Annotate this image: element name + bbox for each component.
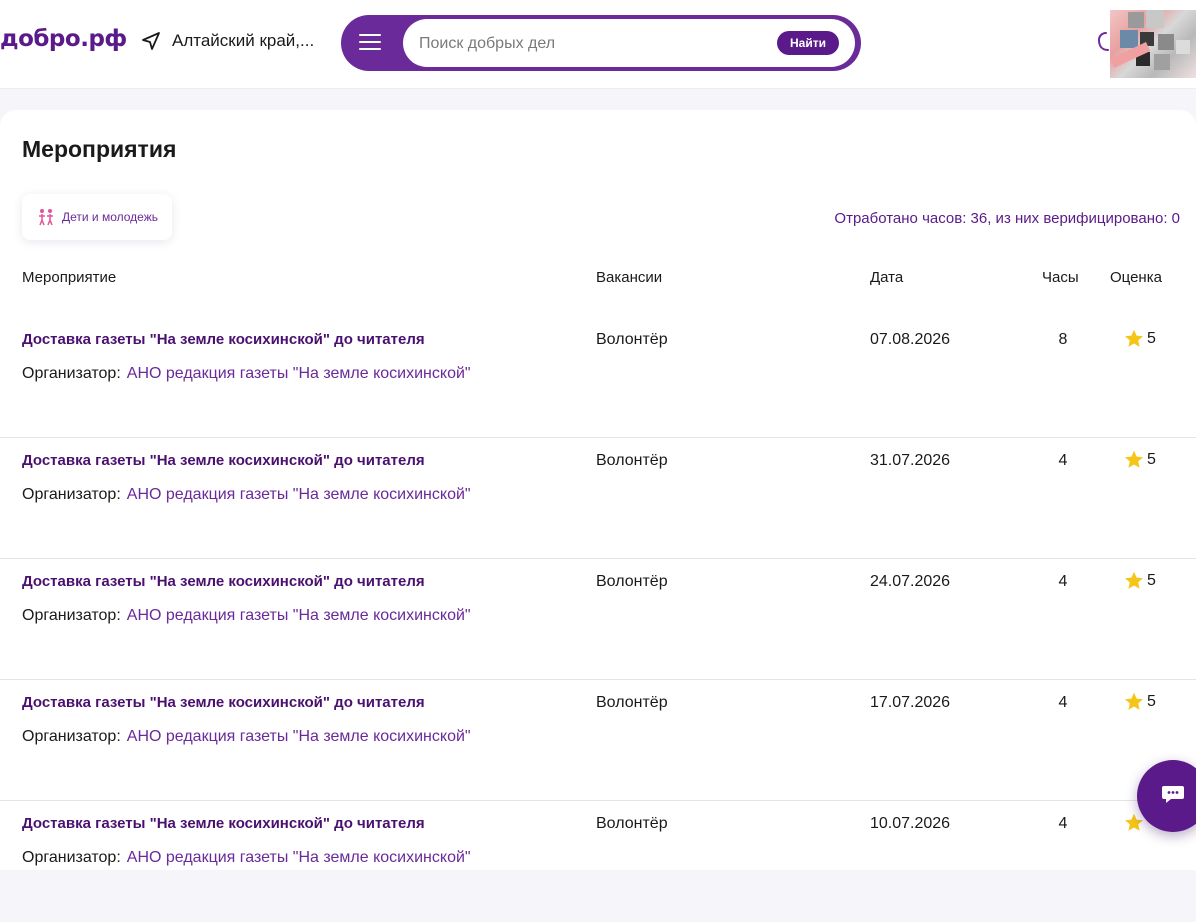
column-header-hours: Часы bbox=[1042, 269, 1079, 286]
column-header-vacancy: Вакансии bbox=[596, 269, 663, 286]
rating-value: 5 bbox=[1147, 571, 1156, 589]
logo[interactable]: добро.рф bbox=[0, 26, 127, 52]
region-label: Алтайский край,... bbox=[172, 31, 315, 50]
avatar[interactable] bbox=[1110, 10, 1196, 78]
event-date: 31.07.2026 bbox=[870, 452, 951, 469]
rating-value: 5 bbox=[1147, 450, 1156, 468]
event-date: 07.08.2026 bbox=[870, 331, 951, 348]
event-title-link[interactable]: Доставка газеты "На земле косихинской" д… bbox=[22, 694, 425, 711]
search-input[interactable] bbox=[417, 28, 781, 60]
table-row: Доставка газеты "На земле косихинской" д… bbox=[0, 680, 1196, 801]
table-row: Доставка газеты "На земле косихинской" д… bbox=[0, 317, 1196, 438]
chat-icon bbox=[1162, 786, 1184, 803]
organizer-link[interactable]: АНО редакция газеты "На земле косихинско… bbox=[127, 486, 471, 503]
event-title-link[interactable]: Доставка газеты "На земле косихинской" д… bbox=[22, 452, 425, 469]
organizer: Организатор: АНО редакция газеты "На земл… bbox=[22, 365, 471, 383]
header: добро.рф Алтайский край,... Найти bbox=[0, 0, 1196, 89]
organizer-link[interactable]: АНО редакция газеты "На земле косихинско… bbox=[127, 607, 471, 624]
search-bar: Найти bbox=[341, 15, 861, 71]
organizer: Организатор: АНО редакция газеты "На земл… bbox=[22, 486, 471, 504]
vacancy: Волонтёр bbox=[596, 694, 668, 711]
organizer-link[interactable]: АНО редакция газеты "На земле косихинско… bbox=[127, 728, 471, 745]
star-icon bbox=[1125, 329, 1143, 347]
organizer-label: Организатор: bbox=[22, 607, 121, 624]
menu-icon[interactable] bbox=[359, 34, 381, 52]
organizer: Организатор: АНО редакция газеты "На земл… bbox=[22, 849, 471, 867]
category-tag[interactable]: Дети и молодежь bbox=[22, 194, 172, 240]
organizer-label: Организатор: bbox=[22, 486, 121, 503]
event-rating: 5 bbox=[1124, 329, 1156, 348]
search-field-wrapper: Найти bbox=[403, 19, 855, 67]
star-icon bbox=[1125, 692, 1143, 710]
hours-summary: Отработано часов: 36, из них верифициров… bbox=[834, 210, 1180, 227]
children-icon bbox=[39, 209, 53, 226]
organizer: Организатор: АНО редакция газеты "На земл… bbox=[22, 607, 471, 625]
event-date: 24.07.2026 bbox=[870, 573, 951, 590]
organizer-label: Организатор: bbox=[22, 728, 121, 745]
star-icon bbox=[1125, 571, 1143, 589]
vacancy: Волонтёр bbox=[596, 573, 668, 590]
organizer: Организатор: АНО редакция газеты "На земл… bbox=[22, 728, 471, 746]
event-rating: 5 bbox=[1124, 571, 1156, 590]
events-card: Мероприятия Дети и молодежь Отработано ч… bbox=[0, 110, 1196, 870]
location-arrow-icon bbox=[142, 32, 160, 50]
event-hours: 8 bbox=[1058, 331, 1068, 348]
organizer-label: Организатор: bbox=[22, 849, 121, 866]
organizer-label: Организатор: bbox=[22, 365, 121, 382]
vacancy: Волонтёр bbox=[596, 452, 668, 469]
event-rating: 5 bbox=[1124, 692, 1156, 711]
event-title-link[interactable]: Доставка газеты "На земле косихинской" д… bbox=[22, 815, 425, 832]
search-button[interactable]: Найти bbox=[777, 31, 839, 55]
table-row: Доставка газеты "На земле косихинской" д… bbox=[0, 438, 1196, 559]
event-title-link[interactable]: Доставка газеты "На земле косихинской" д… bbox=[22, 331, 425, 348]
event-date: 10.07.2026 bbox=[870, 815, 951, 832]
event-hours: 4 bbox=[1058, 573, 1068, 590]
category-tag-label: Дети и молодежь bbox=[62, 210, 158, 224]
column-header-event: Мероприятие bbox=[22, 269, 117, 286]
star-icon bbox=[1125, 450, 1143, 468]
event-hours: 4 bbox=[1058, 694, 1068, 711]
event-title-link[interactable]: Доставка газеты "На земле косихинской" д… bbox=[22, 573, 425, 590]
column-header-date: Дата bbox=[870, 269, 904, 286]
rating-value: 5 bbox=[1147, 692, 1156, 710]
region-selector[interactable]: Алтайский край,... bbox=[140, 30, 314, 52]
organizer-link[interactable]: АНО редакция газеты "На земле косихинско… bbox=[127, 849, 471, 866]
event-hours: 4 bbox=[1058, 815, 1068, 832]
logo-text: добро.рф bbox=[0, 26, 127, 52]
vacancy: Волонтёр bbox=[596, 815, 668, 832]
table-row: Доставка газеты "На земле косихинской" д… bbox=[0, 559, 1196, 680]
event-date: 17.07.2026 bbox=[870, 694, 951, 711]
star-icon bbox=[1125, 813, 1143, 831]
event-hours: 4 bbox=[1058, 452, 1068, 469]
vacancy: Волонтёр bbox=[596, 331, 668, 348]
column-header-rating: Оценка bbox=[1110, 269, 1162, 286]
organizer-link[interactable]: АНО редакция газеты "На земле косихинско… bbox=[127, 365, 471, 382]
rating-value: 5 bbox=[1147, 329, 1156, 347]
event-rating: 5 bbox=[1124, 450, 1156, 469]
page-title: Мероприятия bbox=[22, 136, 177, 162]
